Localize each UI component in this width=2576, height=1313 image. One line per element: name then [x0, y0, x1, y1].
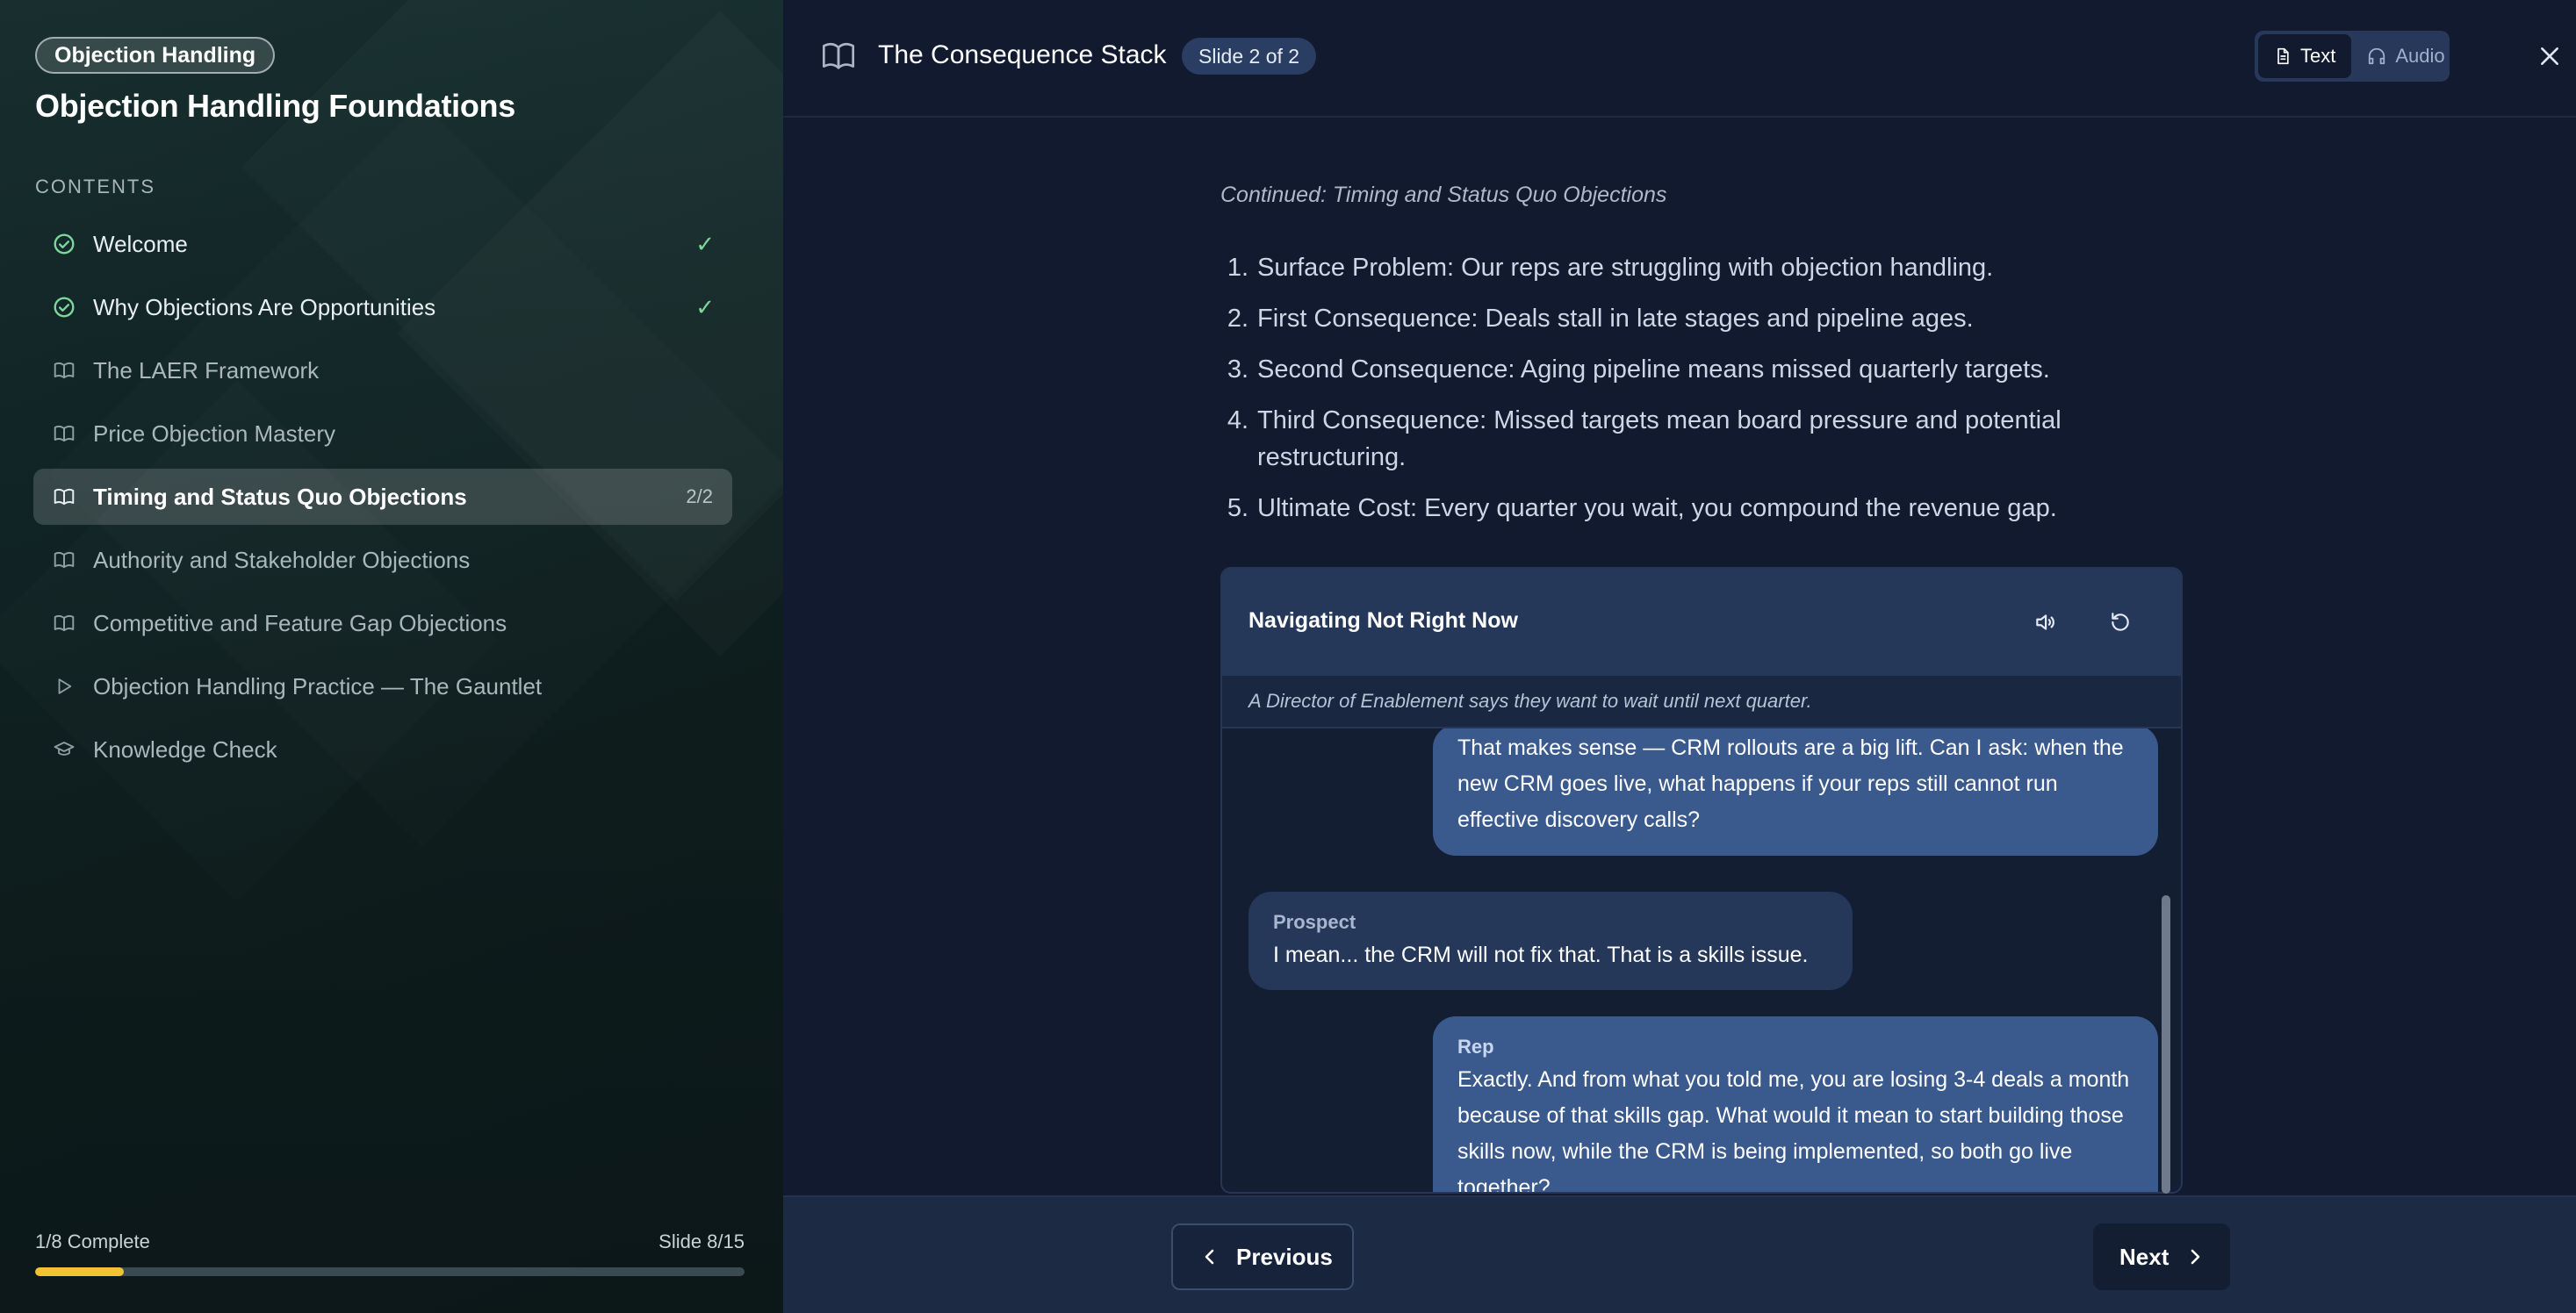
- dialogue-header: Navigating Not Right Now: [1222, 569, 2181, 676]
- message-text: Exactly. And from what you told me, you …: [1457, 1067, 2130, 1194]
- lesson-item-welcome[interactable]: Welcome ✓: [33, 216, 732, 272]
- next-button[interactable]: Next: [2093, 1223, 2230, 1290]
- lesson-list: Welcome ✓ Why Objections Are Opportuniti…: [33, 216, 732, 785]
- chevron-right-icon: [2191, 1249, 2200, 1265]
- contents-label: CONTENTS: [35, 176, 155, 197]
- list-item: 2. First Consequence: Deals stall in late…: [1220, 300, 2186, 337]
- lesson-slide-count: 2/2: [686, 485, 713, 507]
- audio-mode-button[interactable]: Audio: [2351, 34, 2460, 78]
- progress-bar: [35, 1267, 745, 1276]
- check-circle-icon: [53, 233, 76, 255]
- play-icon: [53, 675, 76, 698]
- lesson-item-timing-status-quo[interactable]: Timing and Status Quo Objections 2/2: [33, 469, 732, 525]
- restart-dialogue-button[interactable]: [2100, 602, 2141, 642]
- previous-label: Previous: [1236, 1243, 1333, 1270]
- message-text: I mean... the CRM will not fix that. Tha…: [1273, 943, 1809, 967]
- dialogue-card: Navigating Not Right Now A Director of E…: [1220, 567, 2183, 1194]
- dialogue-transcript[interactable]: That makes sense — CRM rollouts are a bi…: [1222, 728, 2181, 1194]
- lesson-label: Why Objections Are Opportunities: [93, 293, 436, 320]
- list-item: 1. Surface Problem: Our reps are struggli…: [1220, 249, 2186, 286]
- dialogue-title: Navigating Not Right Now: [1248, 608, 1518, 633]
- course-badge: Objection Handling: [35, 37, 276, 74]
- book-icon: [53, 485, 76, 508]
- book-open-icon: [820, 39, 857, 78]
- lesson-item-why-objections[interactable]: Why Objections Are Opportunities ✓: [33, 279, 732, 335]
- list-number: 3.: [1227, 355, 1248, 384]
- continued-caption: Continued: Timing and Status Quo Objecti…: [1220, 183, 1667, 207]
- progress-bar-fill: [35, 1267, 124, 1276]
- lesson-label: Price Objection Mastery: [93, 420, 335, 447]
- consequence-list: 1. Surface Problem: Our reps are struggli…: [1220, 249, 2186, 541]
- text-mode-label: Text: [2300, 45, 2336, 67]
- next-label: Next: [2119, 1243, 2169, 1270]
- dialogue-scenario: A Director of Enablement says they want …: [1222, 676, 2181, 728]
- course-title: Objection Handling Foundations: [35, 88, 515, 124]
- lesson-label: Welcome: [93, 230, 188, 257]
- progress-slide-text: Slide 8/15: [658, 1230, 745, 1252]
- list-number: 2.: [1227, 305, 1248, 333]
- lesson-label: Knowledge Check: [93, 735, 277, 763]
- list-text: Ultimate Cost: Every quarter you wait, y…: [1257, 494, 2057, 522]
- audio-mode-label: Audio: [2395, 45, 2445, 67]
- slide-counter-badge: Slide 2 of 2: [1182, 38, 1317, 75]
- slide-title: The Consequence Stack: [878, 40, 1167, 69]
- lesson-item-price-objection[interactable]: Price Objection Mastery: [33, 405, 732, 462]
- document-icon: [2277, 47, 2289, 65]
- check-circle-icon: [53, 296, 76, 319]
- speaker-name: Prospect: [1273, 911, 1356, 933]
- lesson-item-knowledge-check[interactable]: Knowledge Check: [33, 721, 732, 778]
- completed-check-icon: ✓: [695, 293, 715, 320]
- previous-button[interactable]: Previous: [1171, 1223, 1354, 1290]
- lesson-item-laer-framework[interactable]: The LAER Framework: [33, 342, 732, 398]
- course-progress: 1/8 Complete Slide 8/15: [35, 1230, 745, 1253]
- headphones-icon: [2369, 47, 2385, 65]
- list-text: Third Consequence: Missed targets mean b…: [1257, 406, 2062, 471]
- list-number: 1.: [1227, 254, 1248, 282]
- lesson-label: Competitive and Feature Gap Objections: [93, 609, 507, 636]
- lesson-label: Objection Handling Practice — The Gauntl…: [93, 672, 543, 700]
- list-text: Second Consequence: Aging pipeline means…: [1257, 355, 2050, 384]
- chevron-left-icon: [1205, 1249, 1214, 1265]
- course-sidebar: Objection Handling Objection Handling Fo…: [0, 0, 783, 1313]
- lesson-label: Authority and Stakeholder Objections: [93, 546, 471, 573]
- lesson-item-practice-gauntlet[interactable]: Objection Handling Practice — The Gauntl…: [33, 658, 732, 714]
- list-number: 4.: [1227, 406, 1248, 434]
- transcript-scrollbar[interactable]: [2162, 895, 2170, 1194]
- text-audio-toggle: Text Audio: [2255, 31, 2450, 82]
- lesson-item-competitive-feature-gap[interactable]: Competitive and Feature Gap Objections: [33, 595, 732, 651]
- book-icon: [53, 612, 76, 635]
- close-icon: [2541, 47, 2558, 65]
- list-text: Surface Problem: Our reps are struggling…: [1257, 254, 1994, 282]
- list-item: 3. Second Consequence: Aging pipeline mea…: [1220, 351, 2186, 388]
- rep-message: Rep Exactly. And from what you told me, …: [1433, 1016, 2158, 1194]
- list-text: First Consequence: Deals stall in late s…: [1257, 305, 1974, 333]
- speaker-name: Rep: [1457, 1036, 1494, 1058]
- lesson-label: The LAER Framework: [93, 356, 320, 384]
- slide-viewer: The Consequence Stack Slide 2 of 2 Text …: [783, 0, 2576, 1313]
- progress-complete-text: 1/8 Complete: [35, 1230, 150, 1252]
- list-number: 5.: [1227, 494, 1248, 522]
- speaker-icon: [2036, 614, 2054, 630]
- rep-message: That makes sense — CRM rollouts are a bi…: [1433, 728, 2158, 856]
- book-icon: [53, 359, 76, 382]
- completed-check-icon: ✓: [695, 230, 715, 257]
- text-mode-button[interactable]: Text: [2258, 34, 2352, 78]
- message-text: That makes sense — CRM rollouts are a bi…: [1457, 735, 2124, 832]
- lesson-item-authority-stakeholder[interactable]: Authority and Stakeholder Objections: [33, 532, 732, 588]
- book-icon: [53, 422, 76, 445]
- list-item: 4. Third Consequence: Missed targets mean…: [1220, 402, 2186, 476]
- graduation-cap-icon: [53, 738, 76, 761]
- close-button[interactable]: [2534, 40, 2565, 72]
- play-audio-button[interactable]: [2025, 602, 2065, 642]
- lesson-label: Timing and Status Quo Objections: [93, 483, 467, 510]
- slide-navigation: Previous Next: [783, 1195, 2576, 1313]
- prospect-message: Prospect I mean... the CRM will not fix …: [1248, 892, 1853, 990]
- slide-header: The Consequence Stack Slide 2 of 2 Text …: [783, 0, 2576, 118]
- restart-icon: [2112, 613, 2129, 631]
- list-item: 5. Ultimate Cost: Every quarter you wait,…: [1220, 490, 2186, 527]
- book-icon: [53, 549, 76, 571]
